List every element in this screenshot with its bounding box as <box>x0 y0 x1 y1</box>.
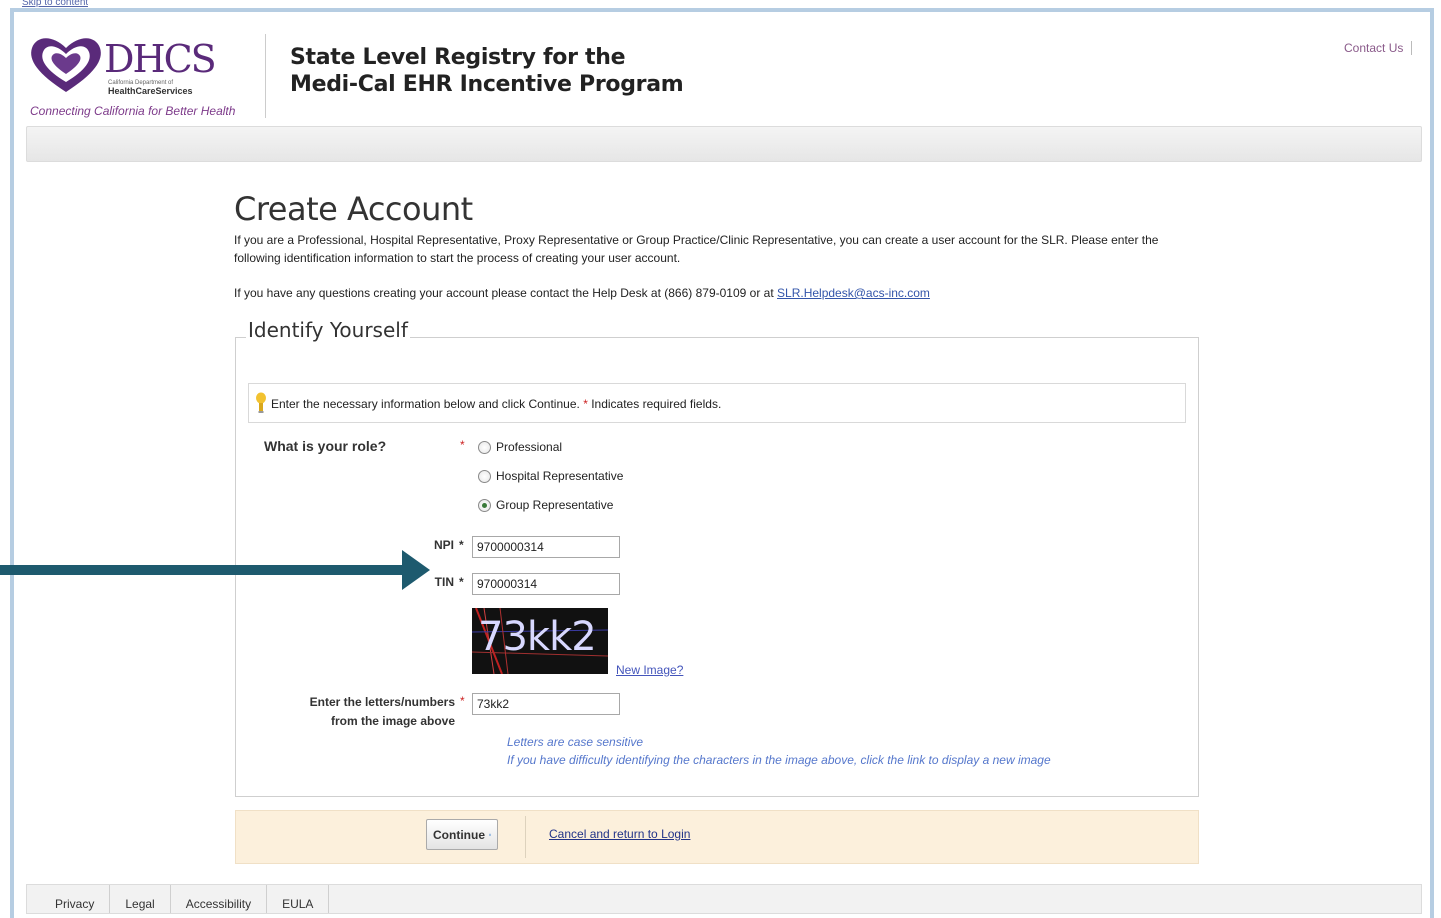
app-title: State Level Registry for the Medi-Cal EH… <box>290 44 684 98</box>
help-desk-label: If you have any questions creating your … <box>234 286 774 300</box>
footer-bar: Privacy Legal Accessibility EULA <box>26 884 1422 914</box>
lightbulb-icon <box>256 392 266 413</box>
header-divider <box>265 34 266 118</box>
radio-hospital-representative[interactable] <box>478 469 491 483</box>
page-title: Create Account <box>234 190 473 228</box>
skip-to-content-link[interactable]: Skip to content <box>22 0 88 10</box>
role-option-professional[interactable]: Professional <box>478 440 562 454</box>
intro-text: If you are a Professional, Hospital Repr… <box>234 233 1159 265</box>
button-bar-divider <box>525 816 526 858</box>
annotation-arrow-icon <box>0 550 430 590</box>
dhcs-logo: DHCS California Department of HealthCare… <box>28 32 248 122</box>
continue-button[interactable]: Continue <box>426 819 498 850</box>
role-option-label: Hospital Representative <box>496 469 624 483</box>
case-sensitive-note: Letters are case sensitive <box>507 735 644 749</box>
captcha-input[interactable] <box>472 693 620 715</box>
captcha-required-marker: * <box>460 694 465 708</box>
role-option-hospital-representative[interactable]: Hospital Representative <box>478 469 623 483</box>
required-note: Indicates required fields. <box>591 397 722 411</box>
role-option-label: Professional <box>496 440 563 454</box>
radio-group-representative[interactable] <box>478 498 491 512</box>
app-title-line2: Medi-Cal EHR Incentive Program <box>290 72 684 97</box>
tin-input[interactable] <box>472 573 620 595</box>
role-required-marker: * <box>460 438 465 452</box>
cancel-return-login-link[interactable]: Cancel and return to Login <box>549 827 690 841</box>
captcha-image: 73kk2 <box>472 608 608 674</box>
difficulty-note: If you have difficulty identifying the c… <box>507 753 1051 767</box>
svg-text:HealthCareServices: HealthCareServices <box>108 86 193 96</box>
help-desk-text: If you have any questions creating your … <box>234 286 930 300</box>
required-marker: * <box>583 397 588 411</box>
footer-link-privacy[interactable]: Privacy <box>27 885 111 913</box>
role-option-label: Group Representative <box>496 498 614 512</box>
new-image-link[interactable]: New Image? <box>616 663 683 677</box>
footer-link-accessibility[interactable]: Accessibility <box>171 885 268 913</box>
role-label: What is your role? <box>264 438 387 454</box>
npi-input[interactable] <box>472 536 620 558</box>
npi-required-marker: * <box>459 538 464 552</box>
captcha-text: 73kk2 <box>478 614 597 660</box>
footer-link-legal[interactable]: Legal <box>110 885 171 913</box>
arrow-down-icon <box>489 833 491 836</box>
button-bar <box>235 810 1199 864</box>
captcha-label-line1: Enter the letters/numbers <box>309 695 455 709</box>
hint-text: Enter the necessary information below an… <box>271 397 580 411</box>
hint-box: Enter the necessary information below an… <box>248 383 1186 423</box>
app-title-line1: State Level Registry for the <box>290 45 626 70</box>
tin-required-marker: * <box>459 575 464 589</box>
continue-label: Continue <box>433 827 485 842</box>
helpdesk-email-link[interactable]: SLR.Helpdesk@acs-inc.com <box>777 286 930 300</box>
contact-us-link[interactable]: Contact Us <box>1344 41 1413 55</box>
captcha-label: Enter the letters/numbers from the image… <box>280 693 455 731</box>
footer-link-eula[interactable]: EULA <box>267 885 330 913</box>
fieldset-legend: Identify Yourself <box>246 318 410 342</box>
radio-professional[interactable] <box>478 440 491 454</box>
svg-text:DHCS: DHCS <box>104 37 215 81</box>
heart-logo-icon: DHCS California Department of HealthCare… <box>31 37 217 96</box>
nav-bar <box>26 126 1422 162</box>
captcha-label-line2: from the image above <box>330 714 455 728</box>
role-option-group-representative[interactable]: Group Representative <box>478 498 613 512</box>
logo-tagline: Connecting California for Better Health <box>30 104 236 118</box>
